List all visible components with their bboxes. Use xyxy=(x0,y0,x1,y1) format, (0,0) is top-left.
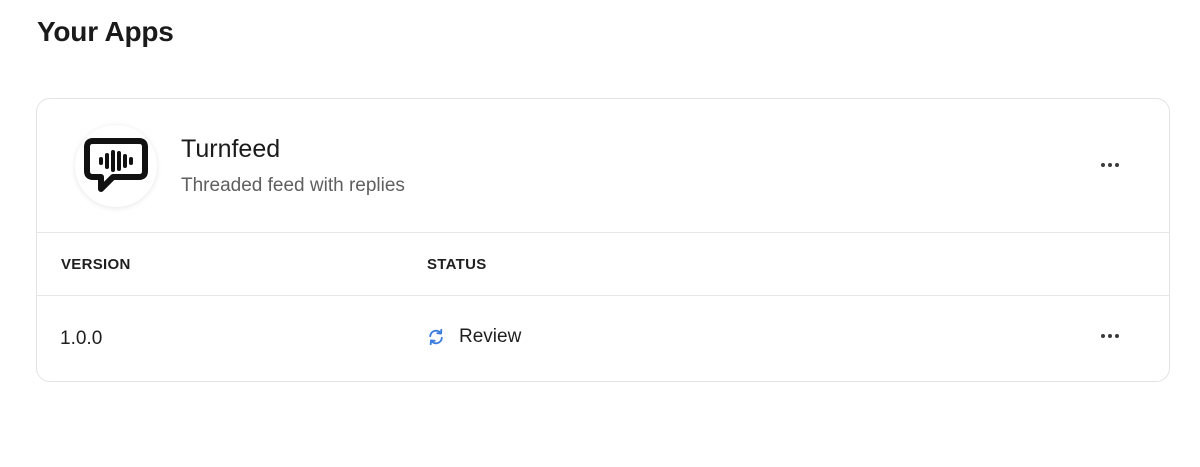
refresh-icon xyxy=(427,328,445,346)
app-more-options-button[interactable] xyxy=(1094,153,1126,177)
more-horizontal-icon xyxy=(1101,334,1105,338)
row-more-options-button[interactable] xyxy=(1094,324,1126,348)
version-cell: 1.0.0 xyxy=(60,328,103,349)
app-description: Threaded feed with replies xyxy=(181,175,405,196)
chat-bubble-waveform-icon xyxy=(84,138,148,192)
app-name: Turnfeed xyxy=(181,135,281,163)
page-title: Your Apps xyxy=(37,16,174,47)
table-row[interactable]: 1.0.0 Review xyxy=(37,296,1169,381)
app-card-header[interactable]: Turnfeed Threaded feed with replies xyxy=(37,99,1169,233)
page: Your Apps Turnfeed Threaded feed with re… xyxy=(0,0,1200,467)
more-horizontal-icon xyxy=(1101,163,1105,167)
app-logo xyxy=(75,125,157,207)
status-label: Review xyxy=(459,326,522,347)
status-cell: Review xyxy=(427,326,521,348)
column-header-version: VERSION xyxy=(61,256,131,273)
versions-table-header: VERSION STATUS xyxy=(37,233,1169,296)
app-card: Turnfeed Threaded feed with replies VERS… xyxy=(36,98,1170,382)
column-header-status: STATUS xyxy=(427,256,487,273)
